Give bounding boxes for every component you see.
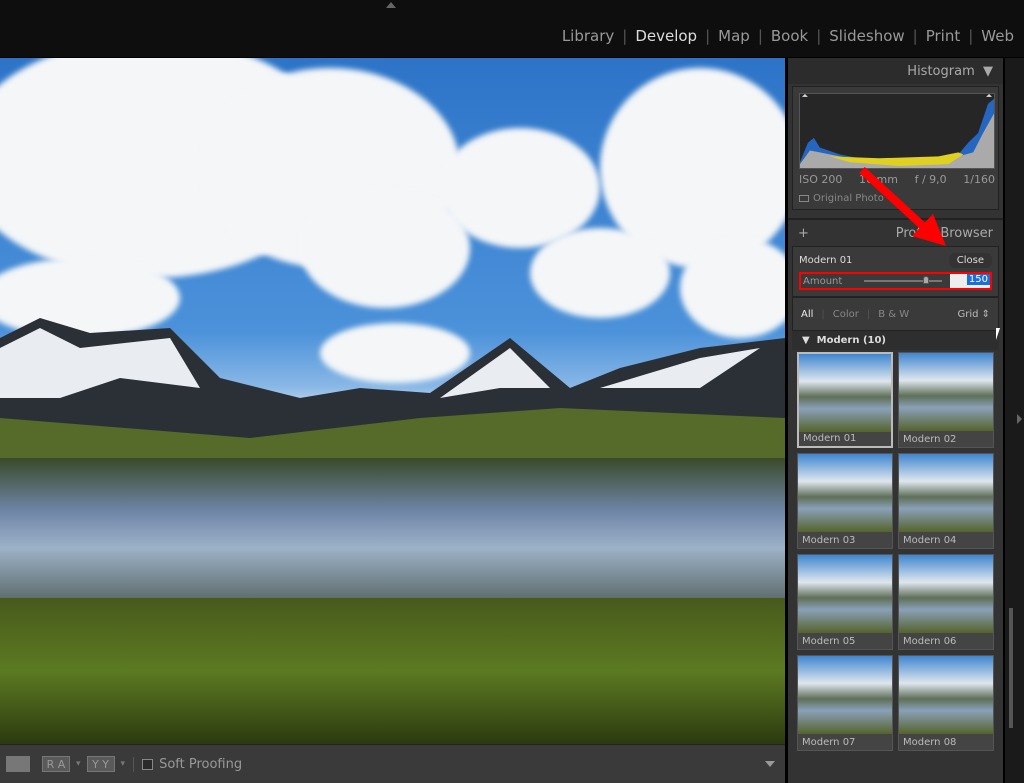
profile-label: Modern 03 <box>802 535 856 546</box>
add-profile-icon[interactable]: + <box>798 226 809 241</box>
profile-thumbnail[interactable]: Modern 02 <box>898 352 994 448</box>
scrollbar[interactable] <box>1009 608 1013 728</box>
profile-thumbnail[interactable]: Modern 01 <box>797 352 893 448</box>
histogram-header[interactable]: Histogram ▼ <box>788 58 1003 84</box>
current-profile-name: Modern 01 <box>799 255 853 266</box>
profile-filter-bar: All | Color | B & W Grid ⇕ <box>792 297 999 331</box>
before-after-swap-button[interactable]: Y Y <box>86 756 115 772</box>
module-library[interactable]: Library <box>562 27 614 45</box>
module-picker: Library | Develop | Map | Book | Slideshow | … <box>561 27 1014 45</box>
profile-thumbnail[interactable]: Modern 03 <box>797 453 893 549</box>
profile-thumbnail[interactable]: Modern 07 <box>797 655 893 751</box>
profile-preview-image <box>899 353 993 431</box>
top-bar: Library | Develop | Map | Book | Slideshow | … <box>0 0 1024 57</box>
profile-preview-image <box>798 656 892 734</box>
chevron-down-icon[interactable]: ▾ <box>121 759 126 769</box>
original-photo-toggle[interactable]: Original Photo <box>799 193 884 204</box>
slider-thumb[interactable] <box>922 276 929 284</box>
amount-row: Amount 150 <box>799 272 992 290</box>
profile-label: Modern 01 <box>803 433 857 444</box>
chevron-down-icon[interactable]: ▾ <box>76 759 81 769</box>
collapse-icon[interactable]: ▼ <box>983 64 993 79</box>
profile-preview-image <box>799 354 891 432</box>
profile-label: Modern 06 <box>903 636 957 647</box>
exif-info: ISO 200 16 mm f / 9,0 1/160 <box>799 173 995 186</box>
profile-thumbnail[interactable]: Modern 04 <box>898 453 994 549</box>
module-book[interactable]: Book <box>771 27 808 45</box>
profile-thumbnail[interactable]: Modern 08 <box>898 655 994 751</box>
shutter-speed: 1/160 <box>963 173 995 186</box>
profile-settings: Modern 01 Close Amount 150 <box>792 246 999 297</box>
profile-grid: Modern 01 Modern 02 Modern 03 Modern 04 Mode… <box>792 350 999 753</box>
amount-slider[interactable] <box>864 276 942 284</box>
profile-label: Modern 05 <box>802 636 856 647</box>
module-map[interactable]: Map <box>718 27 750 45</box>
collapse-top-panel-icon[interactable] <box>386 2 396 8</box>
filter-all[interactable]: All <box>801 309 813 320</box>
original-photo-label: Original Photo <box>813 193 884 204</box>
amount-label: Amount <box>803 275 843 287</box>
bottom-toolbar: R A ▾ Y Y ▾ Soft Proofing <box>0 744 785 783</box>
module-develop[interactable]: Develop <box>635 27 697 45</box>
amount-value[interactable]: 150 <box>966 274 990 285</box>
profile-preview-image <box>798 555 892 633</box>
aperture-value: f / 9,0 <box>914 173 947 186</box>
filter-bw[interactable]: B & W <box>878 309 909 320</box>
photo-preview[interactable] <box>0 58 785 744</box>
module-slideshow[interactable]: Slideshow <box>829 27 904 45</box>
module-print[interactable]: Print <box>926 27 961 45</box>
profile-preview-image <box>899 454 993 532</box>
profile-preview-image <box>899 555 993 633</box>
profile-preview-image <box>798 454 892 532</box>
soft-proofing-toggle[interactable]: Soft Proofing <box>133 756 243 772</box>
right-panel: Histogram ▼ ISO 200 16 mm f / 9,0 1/160 … <box>788 58 1003 783</box>
profile-label: Modern 08 <box>903 737 957 748</box>
foreground-grass <box>0 598 785 744</box>
soft-proofing-checkbox[interactable] <box>142 758 154 770</box>
iso-value: ISO 200 <box>799 173 843 186</box>
profile-label: Modern 07 <box>802 737 856 748</box>
profile-browser-header: + Profile Browser <box>788 218 1003 246</box>
soft-proofing-label: Soft Proofing <box>159 756 243 772</box>
profile-group-header[interactable]: ▼ Modern (10) <box>792 331 999 350</box>
filter-color[interactable]: Color <box>833 309 859 320</box>
focal-length: 16 mm <box>859 173 898 186</box>
profile-label: Modern 04 <box>903 535 957 546</box>
profile-thumbnail[interactable]: Modern 05 <box>797 554 893 650</box>
profile-browser-title: Profile Browser <box>895 225 993 241</box>
amount-input[interactable]: 150 <box>950 274 990 288</box>
before-after-button[interactable]: R A <box>42 756 70 772</box>
mouse-cursor-icon <box>996 328 1000 340</box>
group-label: Modern (10) <box>816 335 887 346</box>
profile-preview-image <box>899 656 993 734</box>
close-button[interactable]: Close <box>948 253 992 268</box>
expand-panel-icon[interactable] <box>1017 414 1022 424</box>
right-edge <box>1005 58 1024 783</box>
view-mode-select[interactable]: Grid ⇕ <box>957 309 990 320</box>
histogram-title: Histogram <box>907 63 975 79</box>
profile-label: Modern 02 <box>903 434 957 445</box>
module-web[interactable]: Web <box>981 27 1014 45</box>
histogram: ISO 200 16 mm f / 9,0 1/160 Original Pho… <box>792 86 999 210</box>
original-photo-checkbox[interactable] <box>799 195 809 202</box>
loupe-view-button[interactable] <box>6 756 30 772</box>
toolbar-menu-icon[interactable] <box>765 761 775 767</box>
profile-thumbnail[interactable]: Modern 06 <box>898 554 994 650</box>
histogram-graph[interactable] <box>799 93 995 169</box>
